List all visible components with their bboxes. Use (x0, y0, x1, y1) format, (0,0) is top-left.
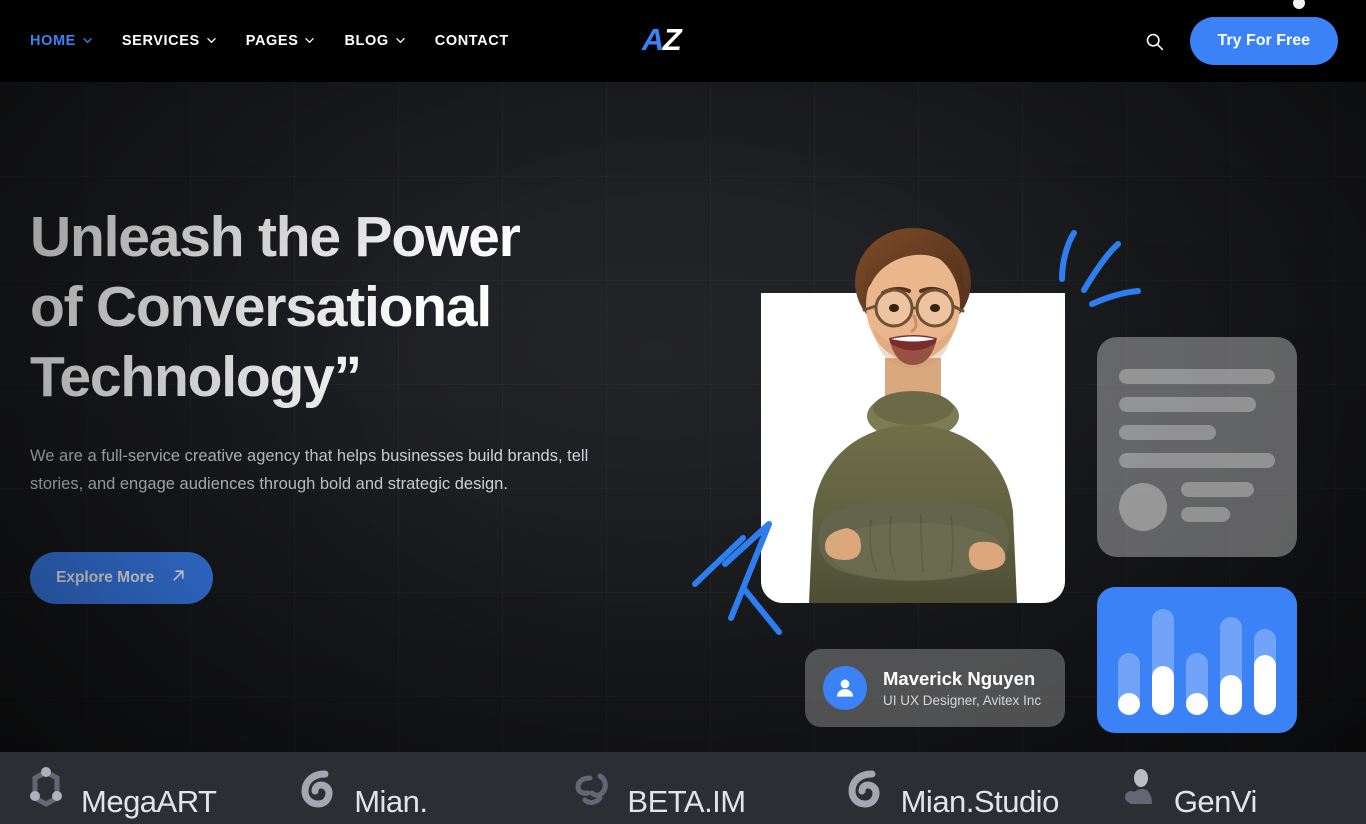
octagon-nodes-icon (24, 766, 68, 810)
nav-item-label: SERVICES (121, 33, 200, 49)
hero-description: We are a full-service creative agency th… (30, 447, 589, 493)
skeleton-line (1181, 507, 1230, 522)
chart-bar-track (1186, 653, 1208, 715)
stats-bar-chart-card (1097, 587, 1297, 733)
page-root: HOME SERVICES PAGES BLOG CONTACT A Z Try… (0, 0, 1366, 824)
try-for-free-button[interactable]: Try For Free (1189, 17, 1338, 65)
chart-bar-track (1220, 617, 1242, 715)
skeleton-content-card (1097, 337, 1297, 557)
logo-letter-a: A (641, 22, 664, 57)
skeleton-col (1181, 482, 1275, 532)
hero-title-line-1: Unleash the Power (30, 205, 521, 269)
page-title: Unleash the Power of Conversational Tech… (30, 202, 670, 412)
chart-bar-fill (1152, 666, 1174, 715)
search-icon[interactable] (1138, 24, 1172, 58)
explore-more-button[interactable]: Explore More (30, 552, 214, 604)
nav-item-contact[interactable]: CONTACT (435, 33, 509, 49)
brand-logo-item[interactable]: MegaART (0, 766, 273, 819)
logo-letter-z: Z (662, 22, 682, 57)
chart-bar-track (1118, 653, 1140, 715)
profile-role: UI UX Designer, Avitex Inc (883, 693, 1042, 708)
hero-section: Unleash the Power of Conversational Tech… (0, 82, 1366, 752)
spiral-swirl-icon (297, 766, 341, 810)
profile-info-card: Maverick Nguyen UI UX Designer, Avitex I… (805, 649, 1065, 727)
arrow-up-right-icon (170, 567, 187, 589)
nav-item-label: PAGES (245, 33, 299, 49)
hero-title-line-3: Technology” (30, 345, 362, 409)
chevron-down-icon (396, 36, 405, 45)
skeleton-line (1119, 397, 1257, 412)
chart-bar-track (1152, 609, 1174, 715)
nav-item-services[interactable]: SERVICES (122, 33, 216, 49)
hero-title-line-2: of Conversational (30, 275, 492, 339)
brand-logo-item[interactable]: BETA.IM (546, 766, 819, 819)
nav-item-label: BLOG (344, 33, 389, 49)
brand-name: BETA.IM (627, 784, 746, 819)
nav-item-label: HOME (30, 33, 76, 49)
user-avatar-icon (823, 666, 867, 710)
skeleton-avatar-icon (1119, 483, 1167, 531)
comma-petals-icon (570, 766, 614, 810)
skeleton-line (1181, 482, 1255, 497)
person-figure-icon (1117, 766, 1161, 810)
nav-actions: Try For Free (1138, 0, 1366, 82)
nav-item-label: CONTACT (434, 33, 509, 49)
nav-item-blog[interactable]: BLOG (344, 33, 405, 49)
nav-item-home[interactable]: HOME (30, 33, 92, 49)
decor-accent-strokes-left (685, 514, 815, 642)
chevron-down-icon (305, 36, 315, 45)
chart-bar-fill (1118, 693, 1140, 715)
chart-bar-fill (1186, 693, 1208, 715)
brand-logo[interactable]: AZ (638, 22, 684, 58)
skeleton-line (1119, 425, 1216, 440)
brand-logo-item[interactable]: Mian.Studio (820, 766, 1093, 819)
skeleton-line (1119, 369, 1275, 384)
nav-item-pages[interactable]: PAGES (246, 33, 315, 49)
brand-name: Mian.Studio (900, 784, 1060, 819)
explore-more-label: Explore More (56, 569, 155, 586)
skeleton-line (1119, 453, 1275, 468)
brand-name: Mian. (354, 784, 428, 819)
profile-text: Maverick Nguyen UI UX Designer, Avitex I… (883, 668, 1041, 708)
chart-bar-fill (1254, 654, 1276, 715)
brand-logo-item[interactable]: Mian. (273, 766, 546, 819)
profile-name: Maverick Nguyen (883, 668, 1036, 689)
brand-logos-strip: MegaART Mian. BETA.IM Mian.Studio GenVi (0, 752, 1366, 824)
chevron-down-icon (83, 36, 92, 45)
chart-bar-fill (1220, 674, 1242, 715)
chart-bar-track (1254, 629, 1276, 715)
brand-name: MegaART (81, 784, 217, 819)
brand-logo-item[interactable]: GenVi (1093, 766, 1366, 819)
nav-menu: HOME SERVICES PAGES BLOG CONTACT (0, 33, 509, 49)
chevron-down-icon (207, 36, 216, 45)
top-navigation-bar: HOME SERVICES PAGES BLOG CONTACT A Z Try… (0, 0, 1366, 82)
spiral-swirl-icon (844, 766, 888, 810)
hero-copy: Unleash the Power of Conversational Tech… (30, 202, 670, 604)
skeleton-row (1119, 482, 1275, 532)
brand-name: GenVi (1173, 784, 1258, 819)
